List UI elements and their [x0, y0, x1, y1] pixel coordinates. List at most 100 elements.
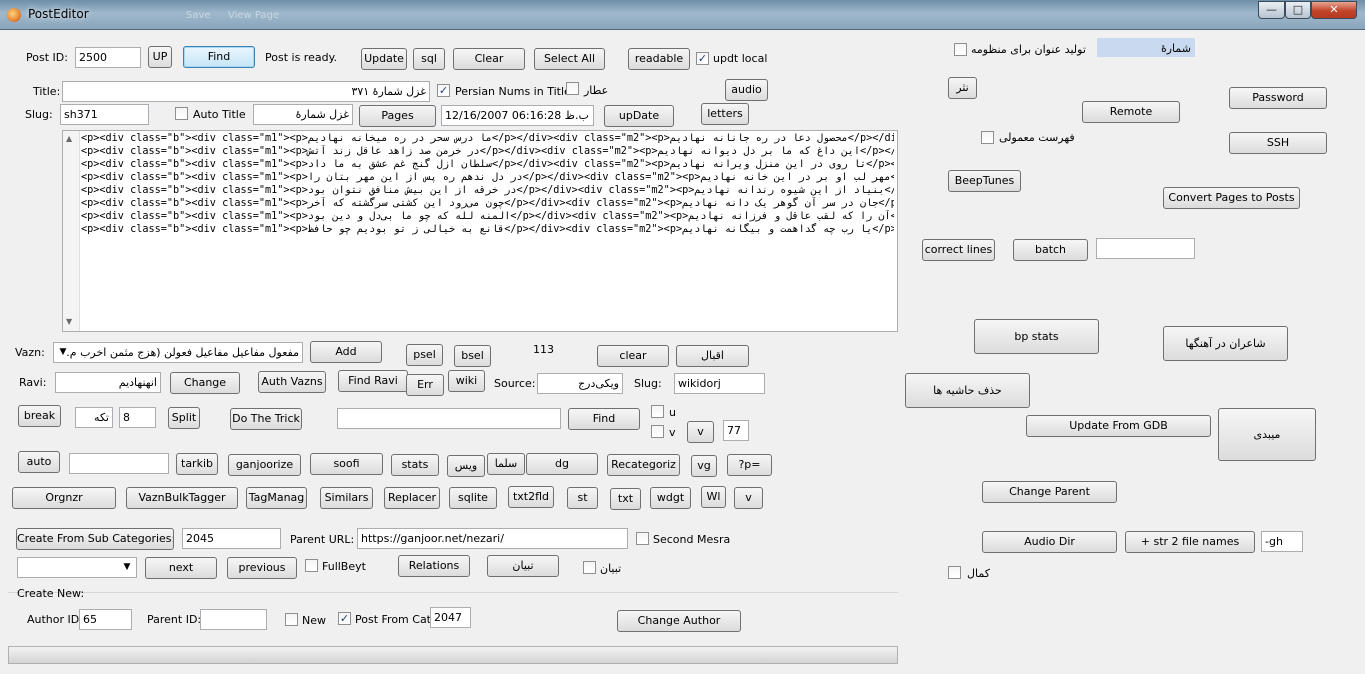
kamal-checkbox[interactable] [948, 566, 961, 579]
full-beyt-checkbox[interactable] [305, 559, 318, 572]
monzume-title-checkbox[interactable] [954, 43, 967, 56]
second-mesra-checkbox[interactable] [636, 532, 649, 545]
auto-input[interactable] [69, 453, 169, 474]
category-id-input[interactable]: 2045 [182, 528, 281, 549]
tag-manag-button[interactable]: TagManag [246, 487, 307, 509]
correct-lines-button[interactable]: correct lines [922, 239, 995, 261]
vis-button[interactable]: ویس [447, 455, 485, 477]
u-checkbox[interactable] [651, 405, 664, 418]
wdgt-button[interactable]: wdgt [650, 487, 691, 509]
auto-button[interactable]: auto [18, 451, 60, 473]
psel-button[interactable]: psel [406, 344, 443, 366]
st-button[interactable]: st [567, 487, 598, 509]
persian-nums-checkbox[interactable]: ✓ [437, 84, 450, 97]
soofi-button[interactable]: soofi [310, 453, 383, 475]
v-count-input[interactable]: 77 [723, 420, 749, 441]
relations-button[interactable]: Relations [398, 555, 470, 577]
ssh-button[interactable]: SSH [1229, 132, 1327, 154]
create-from-sub-categories-button[interactable]: Create From Sub Categories: [16, 528, 174, 550]
post-id-input[interactable]: 2500 [75, 47, 141, 68]
stats-button[interactable]: stats [391, 454, 439, 476]
readable-button[interactable]: readable [628, 48, 690, 70]
source-input[interactable]: ویکی‌درج [537, 373, 623, 394]
ravi-input[interactable]: انهنهادیم [55, 372, 161, 393]
sqlite-button[interactable]: sqlite [449, 487, 497, 509]
split-button[interactable]: Split [168, 407, 200, 429]
scroll-up-icon[interactable]: ▲ [66, 134, 72, 143]
remote-button[interactable]: Remote [1082, 101, 1180, 123]
vazn-select[interactable]: ▼ مفعول مفاعیل مفاعیل فعولن (هزج مثمن اخ… [53, 342, 303, 363]
audio-dir-button[interactable]: Audio Dir [982, 531, 1117, 553]
txt-button[interactable]: txt [610, 488, 641, 510]
aqbal-button[interactable]: اقبال [676, 345, 749, 367]
chevron-down-icon[interactable]: ▼ [120, 558, 134, 577]
letters-button[interactable]: letters [701, 103, 749, 125]
date-input[interactable]: 12/16/2007 06:16:28 ب.ظ [441, 105, 594, 126]
vazn-bulk-tagger-button[interactable]: VaznBulkTagger [126, 487, 238, 509]
change-author-button[interactable]: Change Author [617, 610, 741, 632]
sql-button[interactable]: sql [413, 48, 445, 70]
post-from-cat-checkbox[interactable]: ✓ [338, 612, 351, 625]
content-editor[interactable]: ▲ ▼ <p><div class="b"><div class="m1"><p… [62, 130, 898, 332]
parent-id-input[interactable] [200, 609, 267, 630]
orgnzr-button[interactable]: Orgnzr [12, 487, 116, 509]
batch-input[interactable] [1096, 238, 1195, 259]
str-2-file-names-button[interactable]: + str 2 file names [1125, 531, 1255, 553]
editor-scrollbar[interactable]: ▲ ▼ [63, 131, 80, 331]
audio-button[interactable]: audio [725, 79, 768, 101]
scroll-down-icon[interactable]: ▼ [66, 317, 72, 326]
vg-button[interactable]: vg [691, 455, 717, 477]
v-checkbox[interactable] [651, 425, 664, 438]
up-button[interactable]: UP [148, 46, 172, 68]
pages-button[interactable]: Pages [359, 105, 436, 127]
meybodi-button[interactable]: میبدی [1218, 408, 1316, 461]
p-eq-button[interactable]: ?p= [727, 454, 772, 476]
attar-checkbox[interactable] [566, 82, 579, 95]
fehrest-checkbox[interactable] [981, 131, 994, 144]
update-from-gdb-button[interactable]: Update From GDB [1026, 415, 1211, 437]
minimize-button[interactable]: — [1258, 1, 1285, 19]
v-small-button[interactable]: v [734, 487, 763, 509]
password-button[interactable]: Password [1229, 87, 1327, 109]
tebyan-button[interactable]: تبیان [487, 555, 559, 577]
monzume-title-input[interactable]: شمارهٔ [1097, 38, 1195, 57]
batch-button[interactable]: batch [1013, 239, 1088, 261]
tarkib-button[interactable]: tarkib [176, 453, 218, 475]
clear-small-button[interactable]: clear [597, 345, 669, 367]
previous-button[interactable]: previous [227, 557, 297, 579]
bp-stats-button[interactable]: bp stats [974, 319, 1099, 354]
tekke-count-input[interactable]: 8 [119, 407, 156, 428]
convert-pages-button[interactable]: Convert Pages to Posts [1163, 187, 1300, 209]
salma-button[interactable]: سلما [487, 453, 525, 475]
recategoriz-button[interactable]: Recategoriz [607, 454, 680, 476]
nasr-button[interactable]: نثر [948, 77, 977, 99]
dg-button[interactable]: dg [526, 453, 598, 475]
close-button[interactable]: ✕ [1311, 1, 1357, 19]
auto-title-checkbox[interactable] [175, 107, 188, 120]
remove-margins-button[interactable]: حذف حاشیه ها [905, 373, 1030, 408]
find-text-button[interactable]: Find [568, 408, 640, 430]
change-button[interactable]: Change [170, 372, 240, 394]
author-id-input[interactable]: 65 [79, 609, 132, 630]
post-from-cat-input[interactable]: 2047 [430, 607, 471, 628]
txt2fld-button[interactable]: txt2fld [508, 486, 554, 508]
err-button[interactable]: Err [406, 374, 444, 396]
tebyan-checkbox[interactable] [583, 561, 596, 574]
updt-local-checkbox[interactable]: ✓ [696, 52, 709, 65]
find-button[interactable]: Find [183, 46, 255, 68]
source-slug-input[interactable]: wikidorj [674, 373, 765, 394]
maximize-button[interactable]: □ [1285, 1, 1311, 19]
wiki-button[interactable]: wiki [448, 370, 485, 392]
find-text-input[interactable] [337, 408, 561, 429]
do-the-trick-button[interactable]: Do The Trick [230, 408, 302, 430]
title-input[interactable]: غزل شمارهٔ ۳۷۱ [62, 81, 430, 102]
wl-button[interactable]: Wl [701, 486, 726, 508]
replacer-button[interactable]: Replacer [384, 487, 440, 509]
beeptunes-button[interactable]: BeepTunes [948, 170, 1021, 192]
ganjoorize-button[interactable]: ganjoorize [228, 454, 301, 476]
nav-select[interactable]: ▼ [17, 557, 137, 578]
update-date-button[interactable]: upDate [604, 105, 674, 127]
add-button[interactable]: Add [310, 341, 382, 363]
update-button[interactable]: Update [361, 48, 407, 70]
change-parent-button[interactable]: Change Parent [982, 481, 1117, 503]
